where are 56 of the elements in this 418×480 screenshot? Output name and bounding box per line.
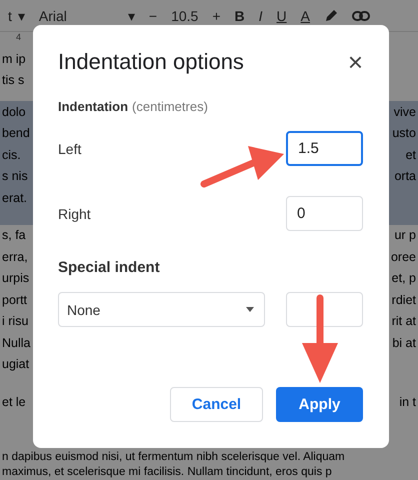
document-text: in t [399,394,416,409]
section-heading: Special indent [58,259,161,276]
document-text: usto [392,126,416,140]
input-field[interactable]: 0 [286,196,363,231]
bold-button[interactable]: B [234,8,245,24]
input-field[interactable] [286,292,363,327]
document-text: bend [2,126,30,140]
cancel-button[interactable]: Cancel [170,387,263,422]
document-text: et le [2,394,26,409]
section-heading: Indentation [58,99,128,114]
caret-icon [246,307,254,312]
document-text: orta [394,169,416,184]
dialog-title: Indentation options [58,49,244,75]
document-text: ur p [394,228,416,242]
font-size-field[interactable]: 10.5 [171,8,198,24]
caret-icon: ▾ [18,8,25,24]
caret-icon: ▾ [128,8,135,24]
document-text: s nis [2,169,28,184]
document-text: rdiet [392,292,416,307]
close-button[interactable]: × [348,49,363,75]
unit-label: (centimetres) [132,99,208,114]
special-indent-dropdown[interactable]: None [58,292,265,327]
document-text: i risu [2,314,28,328]
document-text: dolo [2,104,26,119]
document-text: n dapibus euismod nisi, ut fermentum nibh scelerisque vel. Aliquam [2,450,346,465]
document-text: cis. [2,148,21,162]
document-text: ugiat [2,357,30,372]
document-text: erra, [2,250,28,264]
document-text: tis s [2,73,24,88]
italic-button[interactable]: I [258,8,263,24]
input-field[interactable]: 1.5 [286,131,363,166]
field-label: Right [58,206,91,222]
document-text: bi at [392,336,416,350]
text-color-button[interactable]: A [300,8,310,24]
document-text: m ip [2,52,26,66]
document-text: et [406,148,416,162]
document-text: maximus, et scelerisque mi facilisis. Nullam tincidunt, eros quis p [2,465,333,480]
document-text: s, fa [2,228,26,242]
document-text: et, p [392,271,416,286]
pen-icon[interactable] [324,8,338,22]
document-text: oree [390,250,416,264]
document-text: portt [2,292,28,307]
font-dropdown[interactable]: Arial ▾ [38,8,135,24]
link-icon[interactable] [352,10,370,20]
field-label: Left [58,140,82,156]
increase-size-button[interactable]: + [212,8,221,24]
ruler-number: 4 [16,32,22,42]
decrease-size-button[interactable]: − [148,8,158,24]
document-text: Nulla [2,336,30,350]
apply-button[interactable]: Apply [276,387,363,422]
document-text: vive [394,104,416,119]
document-text: erat. [2,190,28,205]
document-text: rit at [392,314,416,328]
underline-button[interactable]: U [276,8,287,24]
document-text: urpis [2,271,30,286]
style-dropdown[interactable]: t ▾ [8,8,25,24]
